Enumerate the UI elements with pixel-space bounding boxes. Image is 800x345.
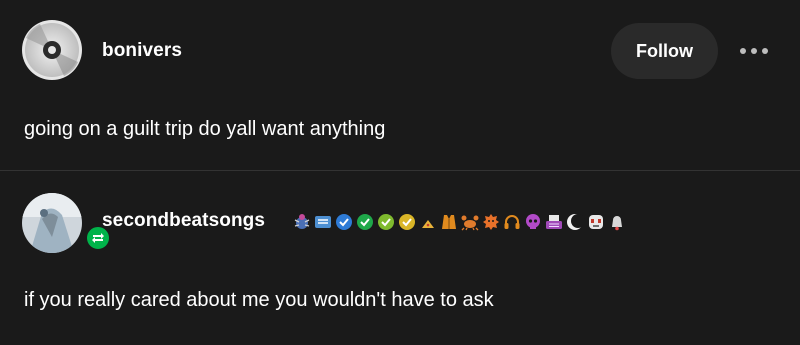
bug-badge-icon	[294, 214, 310, 229]
verified-yellow-icon	[399, 214, 415, 230]
headphones-icon	[504, 215, 520, 229]
cd-disc-icon[interactable]	[22, 20, 82, 80]
skull-badge-icon	[526, 214, 540, 229]
crab-badge-icon	[461, 215, 479, 231]
verified-green-icon	[357, 214, 373, 230]
vest-badge-icon	[442, 215, 456, 229]
mask-badge-icon	[589, 215, 603, 229]
post-text: going on a guilt trip do yall want anyth…	[24, 118, 386, 140]
typewriter-badge-icon	[546, 215, 562, 229]
post-bonivers: bonivers Follow going on a guilt trip do…	[0, 0, 800, 170]
badge-row	[292, 209, 627, 235]
ticket-badge-icon	[315, 216, 331, 228]
orange-blob-icon	[483, 214, 499, 230]
follow-button[interactable]: Follow	[611, 23, 718, 79]
verified-lime-icon	[378, 214, 394, 230]
moon-badge-icon	[567, 214, 585, 230]
bell-badge-icon	[612, 216, 622, 231]
username[interactable]: bonivers	[102, 40, 182, 62]
post-secondbeatsongs: secondbeatsongs if you really cared abou…	[0, 170, 800, 345]
post-text: if you really cared about me you wouldn'…	[24, 289, 494, 311]
pizza-badge-icon	[422, 220, 434, 228]
verified-blue-icon	[336, 214, 352, 230]
profile-photo[interactable]	[22, 193, 112, 253]
username[interactable]: secondbeatsongs	[102, 210, 265, 232]
more-dots-icon[interactable]	[734, 38, 774, 64]
